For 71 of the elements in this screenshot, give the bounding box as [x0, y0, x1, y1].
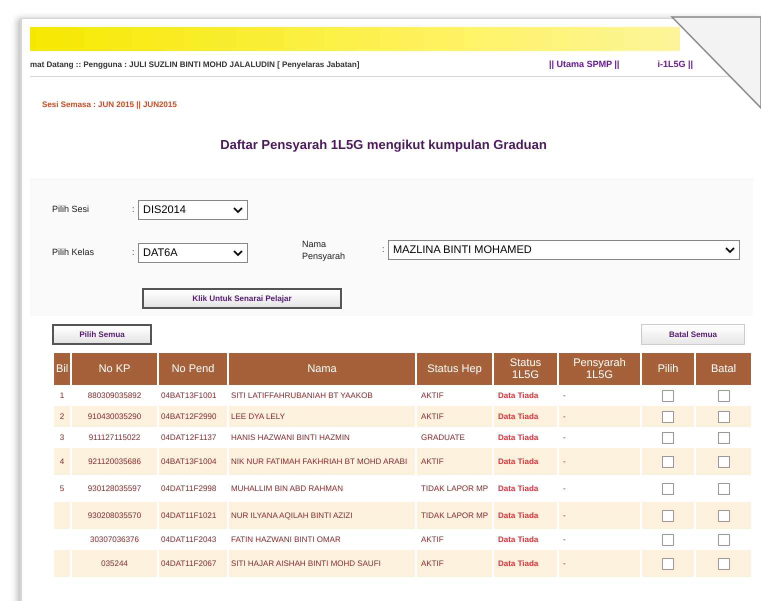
session-text: Sesi Semasa : JUN 2015 || JUN2015: [42, 99, 178, 111]
column-header: Pensyarah 1L5G: [559, 353, 640, 385]
column-header: No Pend: [159, 353, 227, 385]
cancel-all-button[interactable]: Batal Semua: [641, 324, 745, 345]
table-cell: TIDAK LAPOR MP: [417, 502, 492, 529]
table-cell: 04DAT11F2067: [159, 550, 227, 577]
table-cell: NIK NUR FATIMAH FAKHRIAH BT MOHD ARABI: [229, 448, 415, 475]
list-students-button[interactable]: Klik Untuk Senarai Pelajar: [142, 288, 342, 309]
table-cell: Data Tiada: [494, 448, 557, 475]
checkbox[interactable]: [662, 410, 674, 422]
table-cell: Data Tiada: [494, 406, 557, 427]
dropdown[interactable]: DAT6A: [138, 243, 248, 263]
dropdown[interactable]: DIS2014: [138, 200, 248, 220]
column-header: Status Hep: [417, 353, 492, 385]
field-separator: :: [382, 243, 386, 256]
table-cell: 4: [54, 448, 70, 475]
column-header: Bil: [54, 353, 70, 385]
table-cell: Data Tiada: [494, 550, 557, 577]
field-separator: :: [132, 203, 136, 216]
select-all-button[interactable]: Pilih Semua: [52, 324, 152, 345]
checkbox[interactable]: [718, 390, 730, 402]
welcome-text: mat Datang :: Pengguna : JULI SUZLIN BINTI MOHD JALALUDIN [ Penyelaras Jabatan]: [30, 58, 360, 70]
checkbox[interactable]: [718, 558, 730, 570]
table-cell: AKTIF: [417, 448, 492, 475]
checkbox[interactable]: [662, 558, 674, 570]
table-cell: 04BAT12F2990: [159, 406, 227, 427]
page-title: Daftar Pensyarah 1L5G mengikut kumpulan Graduan: [220, 137, 547, 152]
table-cell: Data Tiada: [494, 502, 557, 529]
checkbox[interactable]: [662, 482, 674, 494]
field-label: Nama Pensyarah: [302, 238, 346, 262]
chevron-icon: [233, 250, 243, 256]
checkbox[interactable]: [662, 534, 674, 546]
checkbox[interactable]: [662, 390, 674, 402]
table-cell: LEE DYA LELY: [229, 406, 415, 427]
table-cell: -: [559, 406, 640, 427]
field-label: Pilih Sesi: [52, 203, 90, 216]
table-cell: AKTIF: [417, 550, 492, 577]
nav-link[interactable]: || Utama SPMP ||: [549, 58, 620, 72]
table-cell: 035244: [72, 550, 157, 577]
table-cell: -: [559, 502, 640, 529]
table-cell: -: [559, 550, 640, 577]
field-separator: :: [132, 246, 136, 260]
table-cell: 930208035570: [72, 502, 157, 529]
checkbox[interactable]: [662, 432, 674, 444]
table-cell: NUR ILYANA AQILAH BINTI AZIZI: [229, 502, 415, 529]
table-cell: 2: [54, 406, 70, 427]
checkbox[interactable]: [718, 534, 730, 546]
column-header: Nama: [229, 353, 415, 385]
checkbox[interactable]: [662, 456, 674, 468]
checkbox[interactable]: [718, 456, 730, 468]
nav-link[interactable]: i-1L5G ||: [657, 58, 693, 72]
table-cell: 04DAT11F1021: [159, 502, 227, 529]
column-header: Batal: [696, 353, 751, 385]
column-header: Pilih: [642, 353, 694, 385]
field-label: Pilih Kelas: [52, 246, 96, 260]
column-header: No KP: [72, 353, 157, 385]
table-cell: 921120035686: [72, 448, 157, 475]
table-cell: -: [559, 448, 640, 475]
table-cell: AKTIF: [417, 406, 492, 427]
column-header: Status 1L5G: [494, 353, 557, 385]
table-cell: 04BAT13F1004: [159, 448, 227, 475]
checkbox[interactable]: [718, 482, 730, 494]
checkbox[interactable]: [718, 510, 730, 522]
checkbox[interactable]: [718, 432, 730, 444]
chevron-icon: [233, 206, 243, 214]
dropdown[interactable]: MAZLINA BINTI MOHAMED: [388, 240, 740, 260]
table-cell: SITI HAJAR AISHAH BINTI MOHD SAUFI: [229, 550, 415, 577]
checkbox[interactable]: [662, 510, 674, 522]
chevron-icon: [725, 246, 735, 254]
table-cell: 910430035290: [72, 406, 157, 427]
checkbox[interactable]: [718, 410, 730, 422]
